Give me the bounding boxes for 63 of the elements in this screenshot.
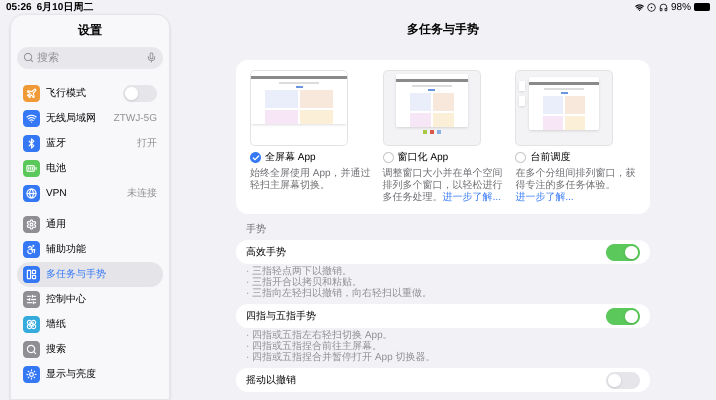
search-icon — [23, 52, 34, 63]
status-date: 6月10日周二 — [36, 0, 94, 14]
lock-rotation-icon — [646, 2, 656, 12]
mode-description: 始终全屏使用 App，并通过轻扫主屏幕切换。 — [250, 168, 371, 192]
sidebar-item[interactable]: 搜索 — [17, 337, 163, 362]
wifi-icon — [634, 2, 644, 12]
mode-label: 窗口化 App — [398, 150, 448, 165]
sidebar-label: 显示与亮度 — [46, 368, 97, 382]
sidebar-item[interactable]: VPN 未连接 — [17, 181, 163, 206]
sidebar-item[interactable]: 蓝牙 打开 — [17, 131, 163, 156]
gesture-note: · 四指或五指捏合并暂停打开 App 切换器。 — [246, 352, 436, 363]
sidebar-item[interactable]: 无线局域网 ZTWJ-5G — [17, 106, 163, 131]
gesture-note: · 四指或五指捏合前往主屏幕。 — [246, 341, 382, 352]
learn-more-link[interactable]: 进一步了解... — [442, 192, 501, 203]
gesture-label: 四指与五指手势 — [246, 310, 316, 324]
search-field[interactable]: 搜索 — [17, 47, 163, 69]
sidebar-label: 墙纸 — [46, 318, 67, 332]
radio-button[interactable] — [250, 152, 261, 163]
sidebar-item[interactable]: 墙纸 — [17, 312, 163, 337]
sidebar-item[interactable]: 通用 — [17, 212, 163, 237]
sidebar-label: 控制中心 — [46, 292, 87, 307]
sidebar-label: 辅助功能 — [46, 242, 87, 257]
sidebar-item[interactable]: 控制中心 — [17, 287, 163, 312]
section-label: 手势 — [246, 222, 266, 237]
sidebar-label: 飞行模式 — [46, 86, 87, 101]
battery-icon — [694, 3, 710, 11]
sidebar-label: 无线局域网 — [46, 112, 97, 126]
gesture-toggle[interactable] — [606, 244, 640, 260]
sidebar-value: 未连接 — [127, 186, 157, 201]
gesture-note: · 三指开合以拷贝和粘贴。 — [246, 277, 362, 288]
sidebar-label: 搜索 — [46, 342, 67, 357]
learn-more-link[interactable]: 进一步了解... — [515, 192, 574, 203]
sidebar-item[interactable]: 电池 — [17, 156, 163, 181]
sidebar-label: VPN — [46, 187, 68, 201]
status-time: 05:26 — [6, 0, 32, 14]
gesture-note: · 四指或五指左右轻扫切换 App。 — [246, 330, 393, 341]
sidebar-item[interactable]: 显示与亮度 — [17, 362, 163, 387]
page-title: 多任务与手势 — [407, 21, 479, 38]
mode-label: 全屏幕 App — [265, 150, 316, 165]
sidebar-title: 设置 — [78, 22, 102, 39]
sidebar-value: ZTWJ-5G — [114, 112, 157, 126]
gesture-note: · 三指向左轻扫以撤销，向右轻扫以重做。 — [246, 288, 432, 299]
sidebar-label: 通用 — [46, 218, 67, 232]
gesture-toggle[interactable] — [606, 372, 640, 388]
gesture-label: 高效手势 — [246, 246, 286, 260]
sidebar-label: 多任务与手势 — [46, 268, 107, 282]
sidebar-label: 电池 — [46, 162, 67, 176]
gesture-note: · 三指轻点两下以撤销。 — [246, 266, 352, 277]
radio-button[interactable] — [515, 152, 526, 163]
sidebar-label: 蓝牙 — [46, 136, 67, 151]
airplane-toggle[interactable] — [123, 85, 157, 102]
sidebar-item[interactable]: 辅助功能 — [17, 237, 163, 262]
mode-description: 在多个分组间排列窗口，获得专注的多任务体验。 进一步了解... — [515, 168, 636, 204]
headphones-icon — [658, 2, 668, 12]
mode-label: 台前调度 — [530, 150, 570, 165]
sidebar-item[interactable]: 飞行模式 — [17, 81, 163, 106]
radio-button[interactable] — [382, 152, 394, 163]
gesture-toggle[interactable] — [606, 308, 640, 324]
microphone-icon — [146, 52, 157, 63]
battery-percent: 98% — [670, 0, 691, 14]
mode-description: 调整窗口大小并在单个空间排列多个窗口，以轻松进行多任务处理。进一步了解... — [382, 168, 504, 204]
gesture-label: 摇动以撤销 — [246, 374, 296, 388]
sidebar-value: 打开 — [137, 136, 157, 151]
